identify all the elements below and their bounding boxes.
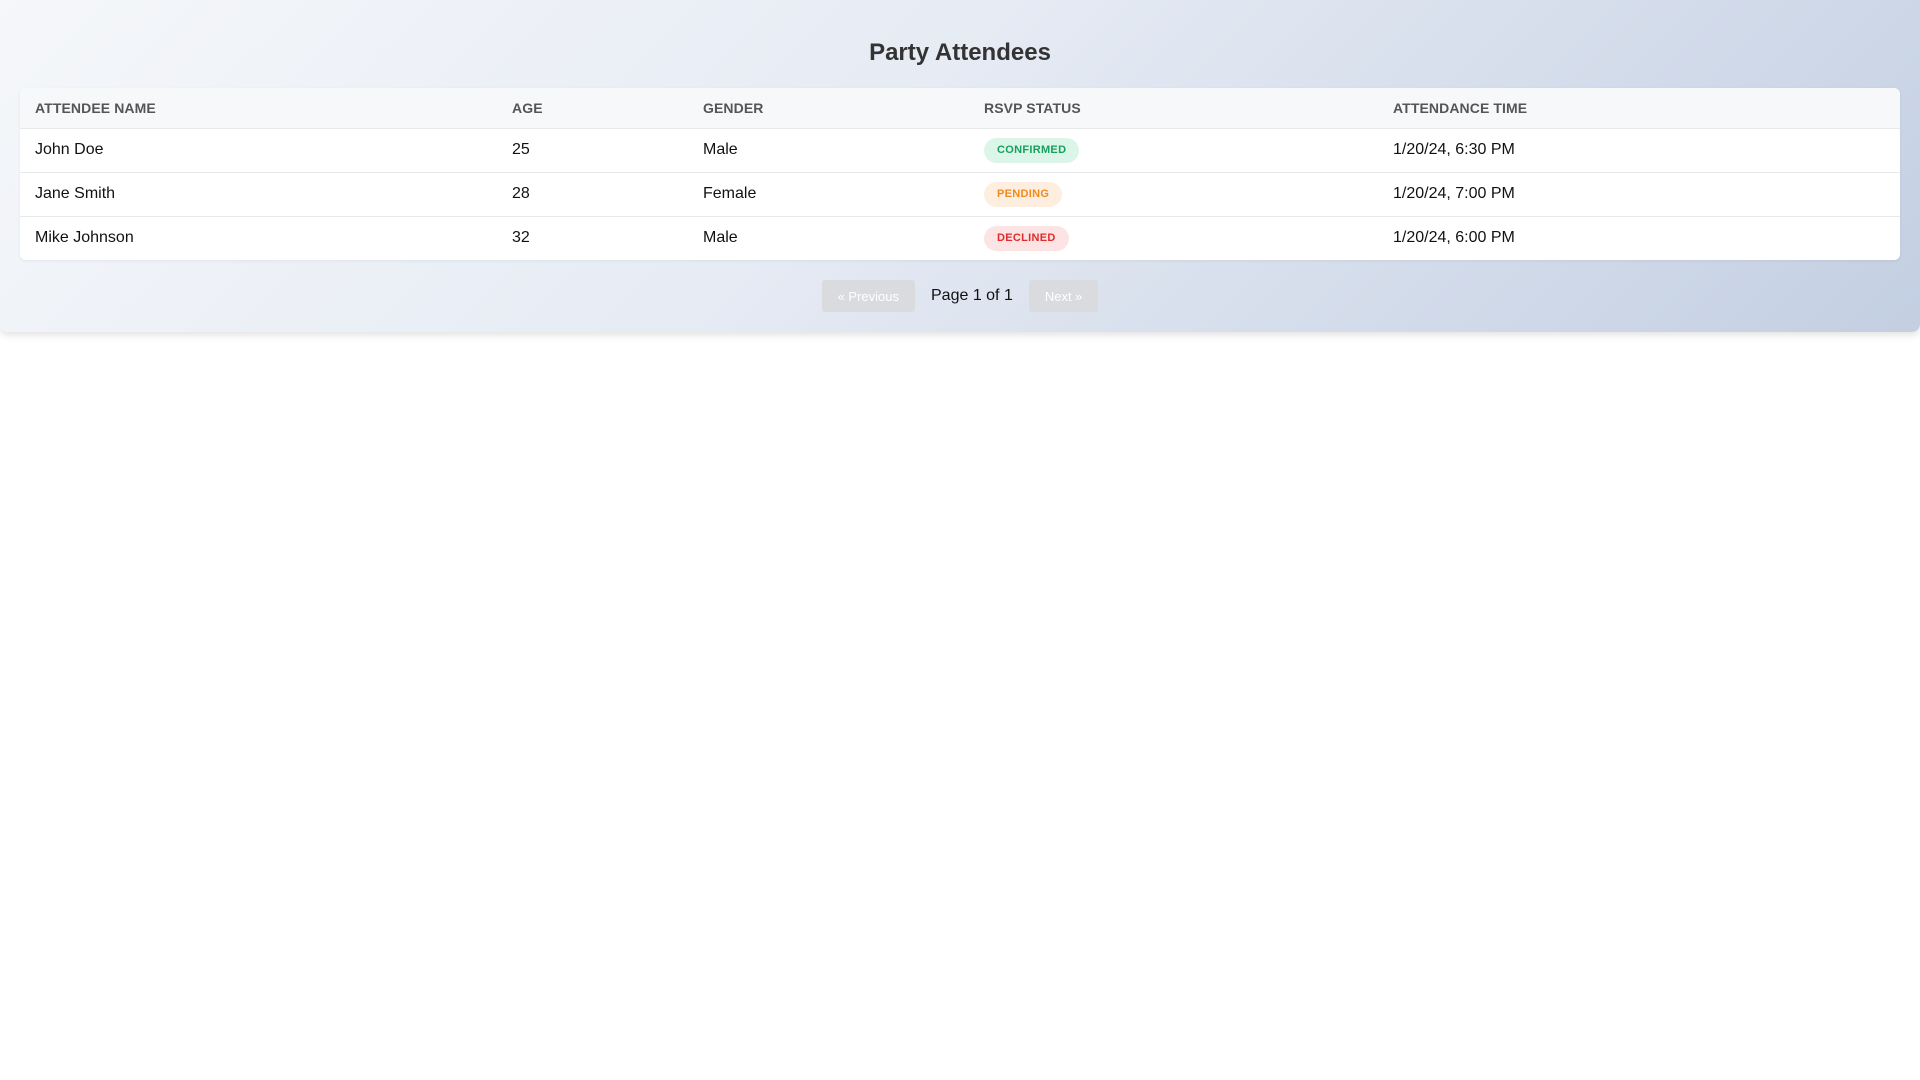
cell-attendee-name: John Doe bbox=[35, 141, 104, 158]
table-header-row: Attendee Name Age Gender RSVP Status Att… bbox=[20, 88, 1900, 129]
page-indicator: Page 1 of 1 bbox=[931, 287, 1013, 304]
cell-gender: Male bbox=[688, 215, 969, 260]
cell-age: 28 bbox=[497, 171, 688, 216]
table-row[interactable]: Jane Smith 28 Female Pending 1/20/24, 7:… bbox=[20, 171, 1900, 216]
next-page-button[interactable]: Next » bbox=[1028, 280, 1099, 312]
status-badge: Pending bbox=[984, 181, 1063, 207]
cell-attendance-time: 1/20/24, 6:30 PM bbox=[1393, 141, 1515, 158]
page-title: Party Attendees bbox=[869, 39, 1051, 66]
column-header-gender[interactable]: Gender bbox=[688, 88, 969, 129]
column-header-rsvp-status[interactable]: RSVP Status bbox=[969, 88, 1378, 129]
cell-rsvp-status: Confirmed bbox=[969, 128, 1378, 172]
column-header-attendance-time[interactable]: Attendance Time bbox=[1378, 88, 1900, 129]
cell-gender: Male bbox=[703, 141, 738, 158]
pagination: « Previous Page 1 of 1 Next » bbox=[20, 280, 1900, 312]
table-row[interactable]: Mike Johnson 32 Male Declined 1/20/24, 6… bbox=[20, 215, 1900, 260]
previous-page-button[interactable]: « Previous bbox=[821, 280, 915, 312]
cell-rsvp-status: Pending bbox=[969, 171, 1378, 216]
column-header-attendee-name[interactable]: Attendee Name bbox=[20, 88, 497, 129]
attendees-table: Attendee Name Age Gender RSVP Status Att… bbox=[20, 88, 1900, 260]
attendees-table-container: Attendee Name Age Gender RSVP Status Att… bbox=[20, 88, 1900, 260]
cell-rsvp-status: Declined bbox=[969, 215, 1378, 260]
table-row[interactable]: John Doe 25 Male Confirmed 1/20/24, 6:30… bbox=[20, 128, 1900, 172]
cell-attendance-time: 1/20/24, 6:00 PM bbox=[1378, 215, 1900, 260]
cell-attendance-time: 1/20/24, 7:00 PM bbox=[1378, 171, 1900, 216]
cell-age: 32 bbox=[497, 215, 688, 260]
status-badge: Declined bbox=[984, 225, 1069, 251]
cell-gender: Female bbox=[688, 171, 969, 216]
cell-age: 25 bbox=[512, 141, 530, 158]
cell-attendee-name: Jane Smith bbox=[20, 171, 497, 216]
attendees-panel: Party Attendees Attendee Name Age Gender… bbox=[0, 0, 1920, 332]
column-header-age[interactable]: Age bbox=[497, 88, 688, 129]
status-badge: Confirmed bbox=[984, 137, 1080, 163]
cell-attendee-name: Mike Johnson bbox=[20, 215, 497, 260]
